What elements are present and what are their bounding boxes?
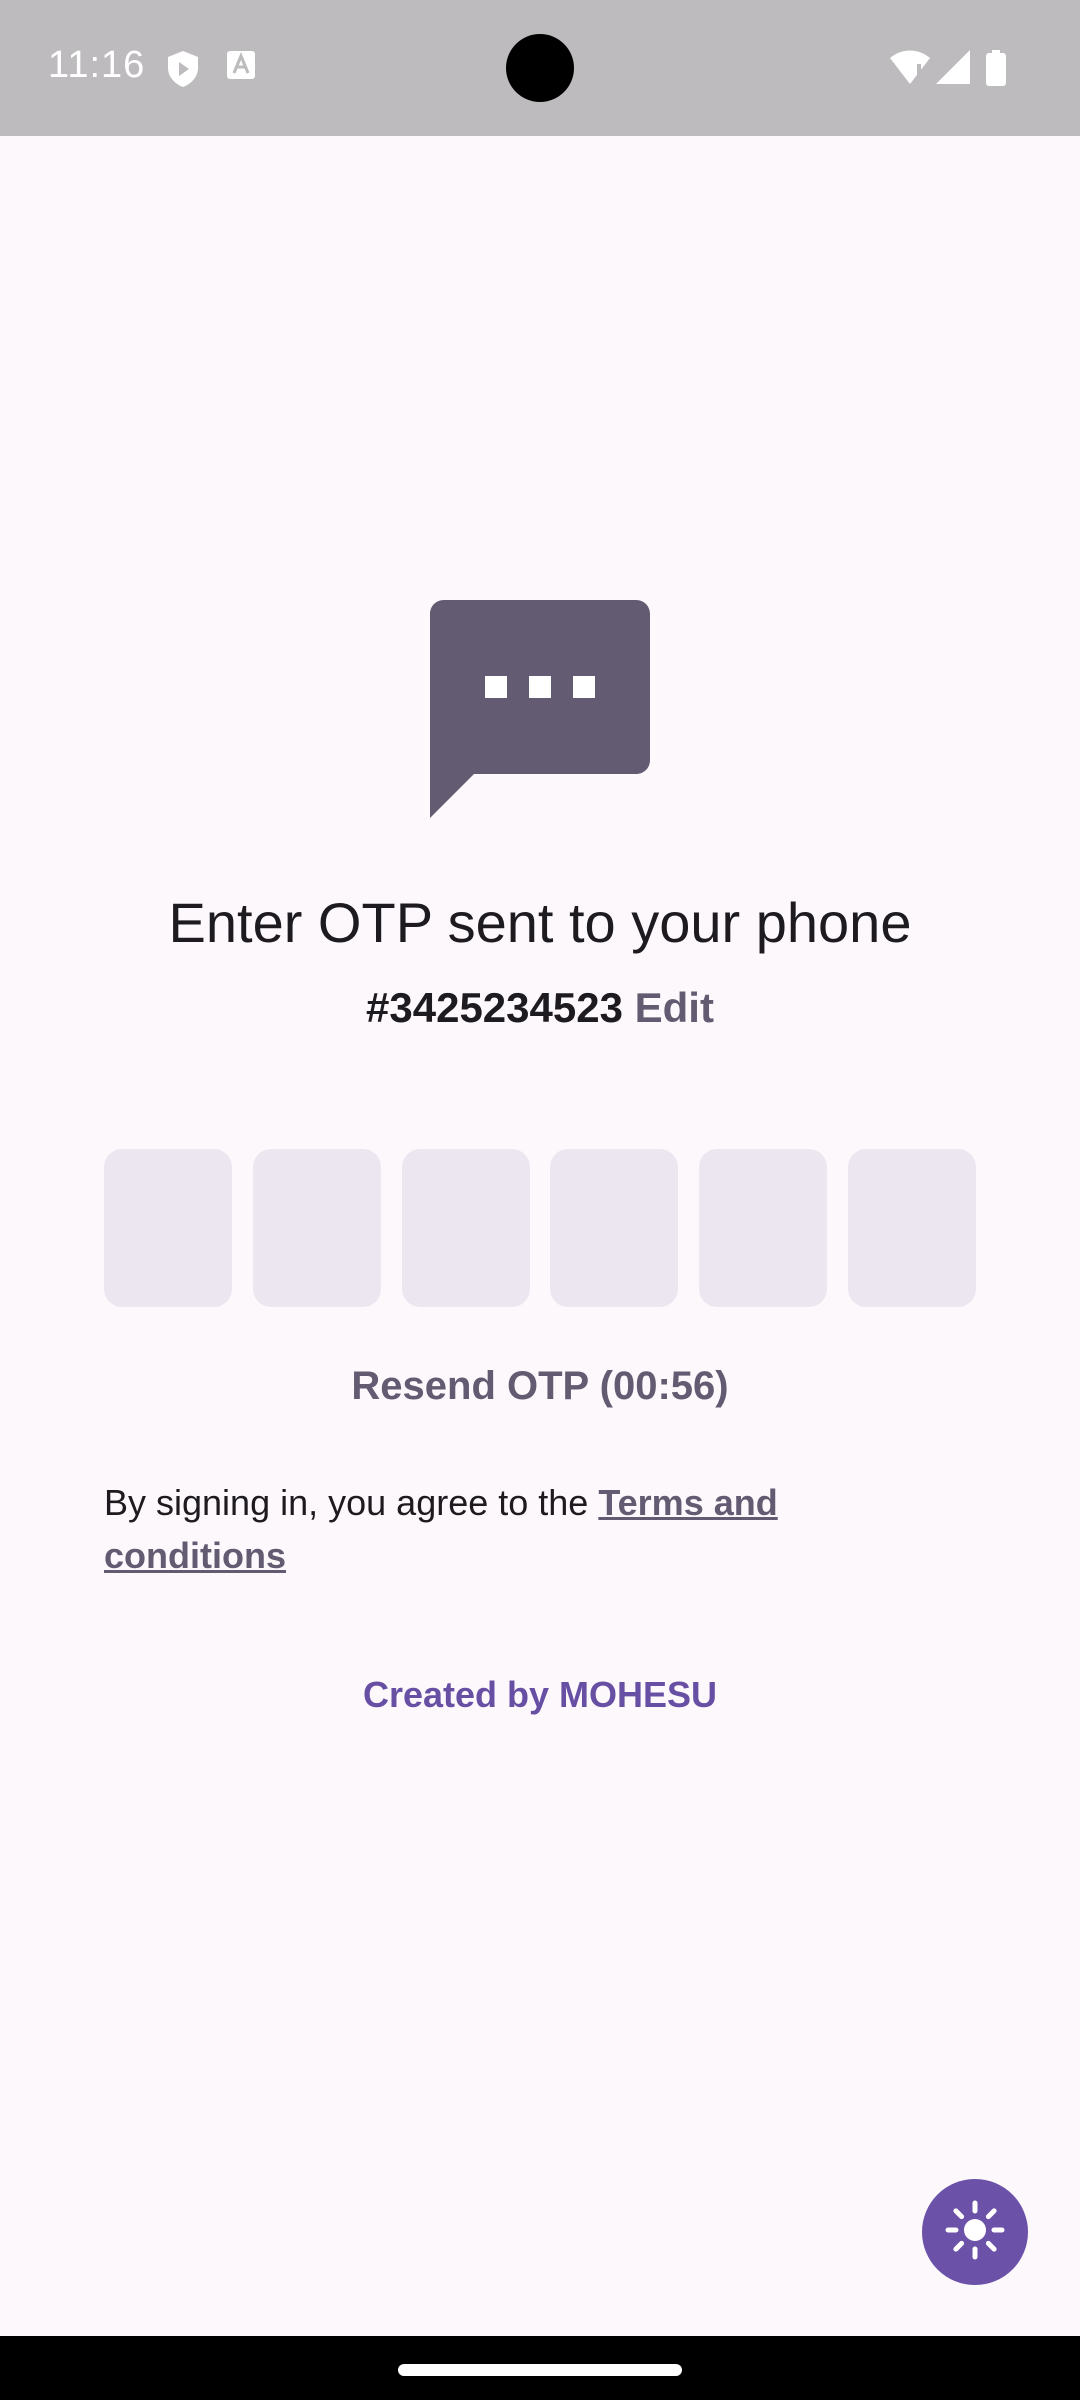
credit-text: Created by MOHESU <box>362 1674 718 1715</box>
signal-icon <box>936 50 970 86</box>
status-time: 11:16 <box>48 44 146 86</box>
home-gesture-handle[interactable] <box>398 2364 682 2376</box>
resend-otp-button[interactable]: Resend OTP (00:56) <box>0 1364 1080 1409</box>
otp-digit-3[interactable] <box>401 1149 530 1307</box>
edit-phone-link[interactable]: Edit <box>635 984 714 1031</box>
page-title: Enter OTP sent to your phone <box>168 891 912 954</box>
status-bar: 11:16 <box>0 0 1080 136</box>
chat-bubble-icon <box>430 600 650 818</box>
otp-digit-4[interactable] <box>550 1149 679 1307</box>
otp-digit-6[interactable] <box>847 1149 976 1307</box>
terms-prefix: By signing in, you agree to the <box>104 1482 599 1523</box>
sun-icon <box>945 2200 1005 2265</box>
phone-row: #3425234523 Edit <box>0 984 1080 1032</box>
font-icon <box>226 50 256 86</box>
terms-text: By signing in, you agree to the Terms an… <box>104 1476 864 1582</box>
wifi-alert-icon <box>890 50 930 86</box>
otp-digit-1[interactable] <box>104 1149 232 1307</box>
otp-input-group <box>104 1149 976 1307</box>
battery-icon <box>986 50 1006 86</box>
shield-icon <box>166 50 200 87</box>
otp-digit-2[interactable] <box>252 1149 381 1307</box>
otp-digit-5[interactable] <box>699 1149 828 1307</box>
camera-cutout <box>506 34 574 102</box>
otp-screen: 11:16 Enter OTP sent to your phone #3425… <box>0 0 1080 2400</box>
phone-number: #3425234523 <box>366 984 623 1031</box>
theme-toggle-button[interactable] <box>922 2179 1028 2285</box>
